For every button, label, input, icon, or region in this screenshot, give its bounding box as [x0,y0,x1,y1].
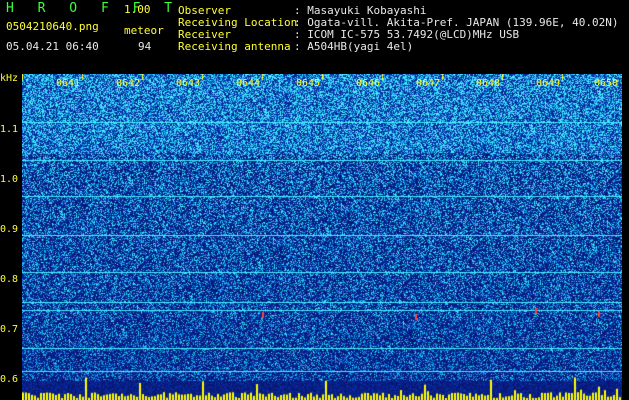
time-label: 0646 [356,78,381,89]
time-label: 0642 [116,78,141,89]
y-tick-label: 0.8 [0,274,19,285]
time-label: 0643 [176,78,201,89]
app-version: 1.00 [124,3,151,16]
header: H R O F F T 1.00 0504210640.png meteor 0… [0,0,629,74]
time-label: 0645 [296,78,321,89]
spectrogram-canvas [22,74,622,400]
timestamp: 05.04.21 06:40 [6,40,99,53]
app-logo: H R O F F T [6,1,181,16]
y-tick-label: 0.6 [0,374,19,385]
meteor-label: meteor [124,24,164,37]
time-label: 0647 [416,78,441,89]
time-label: 0641 [56,78,81,89]
file-name: 0504210640.png [6,20,99,33]
meteor-count: 94 [138,40,152,53]
time-label: 0649 [536,78,561,89]
y-tick-label: 1.1 [0,124,19,135]
y-tick-label: 0.9 [0,224,19,235]
y-tick-label: 0.7 [0,324,19,335]
time-label: 0650 [594,78,619,89]
y-axis-unit: kHz [0,73,19,84]
y-tick-label: 1.0 [0,174,19,185]
time-label: 0644 [236,78,261,89]
time-label: 0648 [476,78,501,89]
antenna-label: Receiving antenna [178,40,291,53]
spectrogram [22,74,622,400]
antenna-value: : A504HB(yagi 4el) [294,40,414,53]
